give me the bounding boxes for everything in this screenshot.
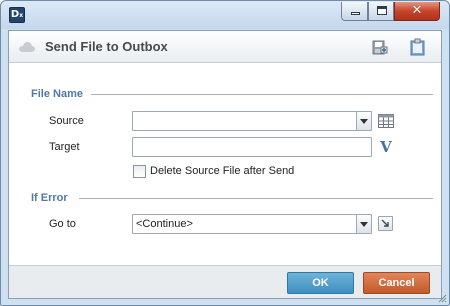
chevron-down-icon[interactable] xyxy=(356,215,371,233)
resize-grip-icon[interactable] xyxy=(437,293,447,303)
source-select[interactable] xyxy=(132,111,372,131)
save-icon[interactable] xyxy=(371,38,389,56)
section-divider xyxy=(79,198,433,199)
cancel-button[interactable]: Cancel xyxy=(363,272,430,294)
dialog-header: Send File to Outbox xyxy=(9,31,441,63)
goto-value: <Continue> xyxy=(136,218,193,230)
target-label: Target xyxy=(49,141,80,153)
minimize-button[interactable] xyxy=(341,2,368,21)
arrow-down-right-icon xyxy=(381,219,389,227)
clipboard-icon[interactable] xyxy=(409,38,427,56)
page-title: Send File to Outbox xyxy=(45,39,168,54)
app-logo-icon: Dx xyxy=(9,7,25,23)
ok-button[interactable]: OK xyxy=(287,272,354,294)
target-input[interactable] xyxy=(132,137,372,157)
variable-button[interactable]: V xyxy=(378,138,394,156)
table-icon[interactable] xyxy=(378,114,394,128)
source-label: Source xyxy=(49,115,84,127)
dialog-window: Dx ✕ Send File to Outbox File Name Sourc… xyxy=(0,0,450,306)
if-error-section-label: If Error xyxy=(31,192,68,204)
cloud-icon xyxy=(19,42,37,52)
close-button[interactable]: ✕ xyxy=(394,2,440,21)
dialog-footer: OK Cancel xyxy=(9,265,441,298)
goto-label: Go to xyxy=(49,218,76,230)
title-bar[interactable]: Dx ✕ xyxy=(1,1,449,29)
section-divider xyxy=(91,94,433,95)
minimize-icon xyxy=(351,12,360,15)
goto-jump-button[interactable] xyxy=(378,216,393,231)
dialog-content: Send File to Outbox File Name Source Tar… xyxy=(8,30,442,299)
goto-select[interactable]: <Continue> xyxy=(132,214,372,234)
maximize-icon xyxy=(377,6,387,15)
delete-source-checkbox[interactable] xyxy=(133,165,146,178)
chevron-down-icon[interactable] xyxy=(356,112,371,130)
file-name-section-label: File Name xyxy=(31,88,83,100)
close-icon: ✕ xyxy=(411,3,423,18)
delete-source-label: Delete Source File after Send xyxy=(150,165,295,177)
maximize-button[interactable] xyxy=(368,2,394,21)
